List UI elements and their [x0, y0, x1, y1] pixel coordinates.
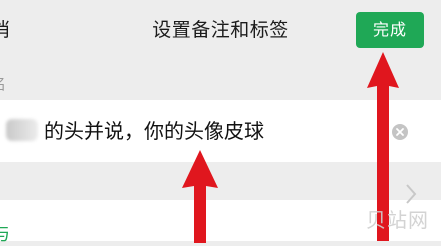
- settings-screen: 消 设置备注和标签 完成 名 的头并说，你的头像皮球 E 与 贝站网: [0, 0, 441, 241]
- tags-row-text: 与: [0, 224, 10, 246]
- watermark: 贝站网: [366, 208, 429, 232]
- remark-input[interactable]: 的头并说，你的头像皮球: [44, 117, 264, 145]
- blurred-nickname: [6, 119, 38, 141]
- arrow-annotation-input: [170, 148, 230, 243]
- done-button[interactable]: 完成: [356, 12, 424, 48]
- remark-section-label: 名: [0, 74, 6, 94]
